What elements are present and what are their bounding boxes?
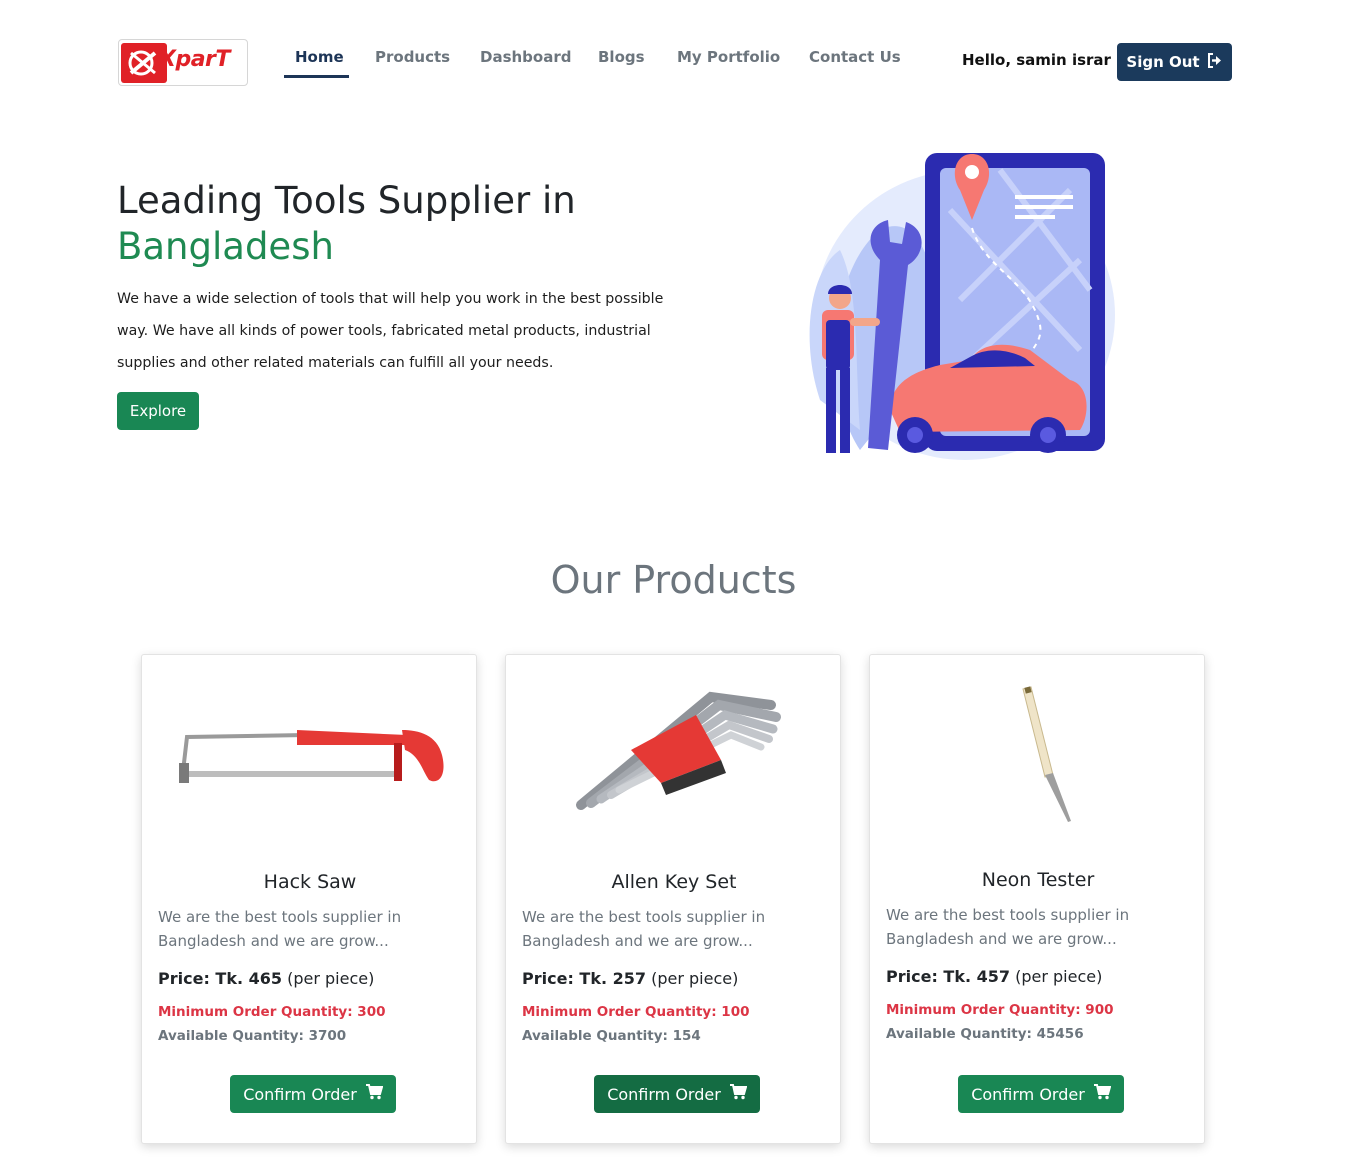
explore-button[interactable]: Explore [117, 392, 199, 430]
nav-link-my-portfolio[interactable]: My Portfolio [677, 48, 780, 66]
brand-logo[interactable]: XparT [118, 39, 248, 86]
hack-saw-image [157, 675, 463, 855]
cart-icon [365, 1084, 384, 1104]
product-price-unit: (per piece) [651, 969, 739, 988]
sign-out-button[interactable]: Sign Out [1117, 43, 1232, 81]
hero-title-highlight: Bangladesh [117, 225, 334, 268]
nav-link-home[interactable]: Home [295, 48, 344, 66]
confirm-order-label: Confirm Order [243, 1084, 357, 1104]
hero-title-line1: Leading Tools Supplier in [117, 179, 576, 222]
product-price-unit: (per piece) [1015, 967, 1103, 986]
sign-out-icon [1207, 52, 1223, 72]
product-available-qty: Available Quantity: 154 [522, 1028, 701, 1044]
product-card: Neon Tester We are the best tools suppli… [869, 654, 1205, 1144]
neon-tester-image [885, 675, 1191, 855]
product-description: We are the best tools supplier in Bangla… [886, 906, 1130, 948]
product-min-order: Minimum Order Quantity: 900 [886, 1002, 1114, 1018]
product-min-order: Minimum Order Quantity: 300 [158, 1004, 386, 1020]
confirm-order-button[interactable]: Confirm Order [594, 1075, 760, 1113]
product-name: Hack Saw [263, 871, 357, 893]
cart-icon [1093, 1084, 1112, 1104]
product-name: Neon Tester [981, 869, 1095, 891]
product-card: Hack Saw We are the best tools supplier … [141, 654, 477, 1144]
cart-icon [729, 1084, 748, 1104]
confirm-order-button[interactable]: Confirm Order [230, 1075, 396, 1113]
nav-link-blogs[interactable]: Blogs [598, 48, 645, 66]
product-price: Price: Tk. 465 (per piece) [158, 969, 374, 988]
product-price-value: Price: Tk. 465 [158, 969, 283, 988]
product-price-value: Price: Tk. 457 [886, 967, 1011, 986]
confirm-order-label: Confirm Order [607, 1084, 721, 1104]
nav-active-underline [284, 75, 349, 78]
products-section-title: Our Products [550, 558, 797, 602]
product-price: Price: Tk. 457 (per piece) [886, 967, 1102, 986]
nav-link-dashboard[interactable]: Dashboard [480, 48, 571, 66]
product-min-order: Minimum Order Quantity: 100 [522, 1004, 750, 1020]
hero-illustration [800, 150, 1120, 465]
product-card: Allen Key Set We are the best tools supp… [505, 654, 841, 1144]
allen-key-set-image [521, 675, 827, 855]
product-name: Allen Key Set [611, 871, 737, 893]
nav-link-products[interactable]: Products [375, 48, 450, 66]
navbar: XparT Home Products Dashboard Blogs My P… [0, 0, 1347, 120]
product-available-qty: Available Quantity: 3700 [158, 1028, 347, 1044]
sign-out-label: Sign Out [1126, 53, 1200, 71]
hero-title: Leading Tools Supplier in Bangladesh [117, 178, 576, 270]
product-description: We are the best tools supplier in Bangla… [522, 908, 766, 950]
confirm-order-label: Confirm Order [971, 1084, 1085, 1104]
hero-description: We have a wide selection of tools that w… [117, 291, 664, 371]
product-available-qty: Available Quantity: 45456 [886, 1026, 1084, 1042]
product-description: We are the best tools supplier in Bangla… [158, 908, 402, 950]
product-price-unit: (per piece) [287, 969, 375, 988]
product-price-value: Price: Tk. 257 [522, 969, 647, 988]
product-price: Price: Tk. 257 (per piece) [522, 969, 738, 988]
user-greeting: Hello, samin israr [962, 51, 1111, 69]
logo-wordmark: XparT [159, 47, 230, 72]
confirm-order-button[interactable]: Confirm Order [958, 1075, 1124, 1113]
nav-link-contact-us[interactable]: Contact Us [809, 48, 901, 66]
